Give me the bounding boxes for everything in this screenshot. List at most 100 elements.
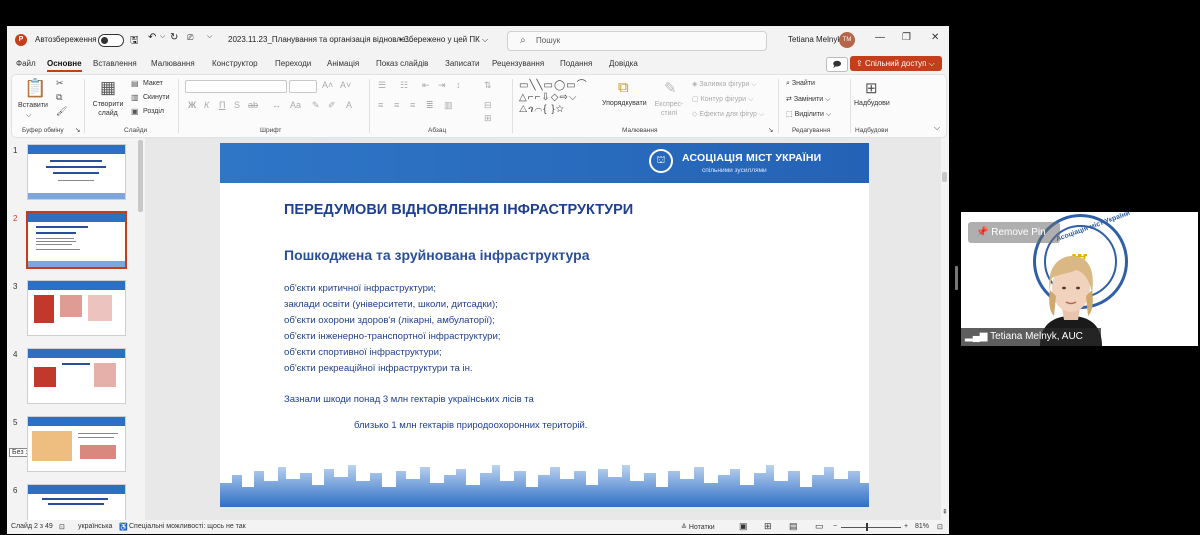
align-left-icon[interactable]: ≡ [378,100,383,110]
numbering-icon[interactable]: ☷ [400,80,408,91]
paste-label[interactable]: Вставити [18,102,48,109]
tab-design[interactable]: Конструктор [212,59,258,68]
current-slide[interactable]: ⛫ АСОЦІАЦІЯ МІСТ УКРАЇНИ спільними зусил… [220,143,869,507]
tab-view[interactable]: Подання [560,59,592,68]
undo-icon[interactable]: ↶ [148,32,156,43]
close-icon[interactable]: ✕ [931,32,939,43]
comments-icon[interactable]: 🗩 [826,57,848,72]
thumbnail-image[interactable] [27,280,126,336]
smartart-icon[interactable]: ⊞ [484,113,492,124]
font-name-combo[interactable] [185,80,287,93]
arrange-icon[interactable]: ⧉ [618,79,629,96]
underline-button[interactable]: П [219,100,225,110]
panel-resize-handle[interactable] [955,266,958,290]
zoom-in-icon[interactable]: + [904,523,908,530]
thumbnail-3[interactable]: 3 [7,280,137,337]
slide-title[interactable]: ПЕРЕДУМОВИ ВІДНОВЛЕННЯ ІНФРАСТРУКТУРИ [284,202,633,218]
text-direction-icon[interactable]: ⇅ [484,80,492,91]
tab-file[interactable]: Файл [16,59,36,68]
tab-insert[interactable]: Вставлення [93,59,137,68]
strikethrough-button[interactable]: ab [248,100,258,110]
replace-button[interactable]: ⇄ Замінити ⌵ [786,95,830,104]
zoom-level[interactable]: 81% [915,523,929,530]
thumbnail-image[interactable] [27,348,126,404]
zoom-out-icon[interactable]: − [833,523,837,530]
customize-toolbar-icon[interactable]: ⌵ [207,33,212,41]
slideshow-icon[interactable]: ▭ [815,521,824,532]
increase-indent-icon[interactable]: ⇥ [438,80,446,91]
drawing-launcher-icon[interactable]: ↘ [768,126,773,134]
collapse-ribbon-icon[interactable]: ⌵ [934,123,940,133]
redo-icon[interactable]: ↻ [170,32,178,43]
accessibility-status[interactable]: Спеціальні можливості: щось не так [129,523,246,530]
decrease-indent-icon[interactable]: ⇤ [422,80,430,91]
search-input[interactable]: Пошук [536,36,560,45]
share-button[interactable]: ⇪ Спільний доступ ⌵ [850,56,942,71]
font-color-icon[interactable]: A [346,100,352,110]
zoom-slider[interactable] [841,527,901,528]
justify-icon[interactable]: ≣ [426,100,434,111]
thumbnail-5[interactable]: 5 [7,416,137,473]
zoom-slider-thumb[interactable] [866,523,868,531]
normal-view-icon[interactable]: ▣ [739,521,748,532]
reset-label[interactable]: Скинути [143,94,170,101]
search-box[interactable]: ⌕ Пошук [507,31,767,51]
slide-sorter-icon[interactable]: ⊞ [764,521,772,532]
layout-label[interactable]: Макет [143,80,163,87]
accessibility-icon[interactable]: ♿ [119,523,128,531]
clipboard-launcher-icon[interactable]: ↘ [75,126,80,134]
user-name[interactable]: Tetiana Melnyk [788,35,841,44]
thumbnail-image[interactable] [26,211,127,269]
canvas-scrollbar[interactable] [942,172,947,182]
restore-icon[interactable]: ❐ [902,32,911,43]
align-right-icon[interactable]: ≡ [410,100,415,110]
line-spacing-icon[interactable]: ↕ [456,80,461,90]
video-tile[interactable]: Асоціація міст України ♜ 📌 Remove Pin ▂▄… [961,212,1198,346]
shape-outline-button[interactable]: ▢ Контур фігури ⌵ [692,95,753,104]
bullet-item[interactable]: об'єкти охорони здоров'я (лікарні, амбул… [284,315,495,326]
tab-transitions[interactable]: Переходи [275,59,311,68]
section-label[interactable]: Розділ [143,108,164,115]
prev-slide-icon[interactable]: ⇞ [942,508,948,516]
tab-record[interactable]: Записати [445,59,480,68]
decrease-font-icon[interactable]: A˅ [340,80,351,90]
new-slide-icon[interactable]: ▦ [100,78,116,98]
addins-label[interactable]: Надбудови [854,100,890,107]
columns-icon[interactable]: ▥ [444,100,453,111]
bullet-item[interactable]: об'єкти інженерно-транспортної інфрастру… [284,331,501,342]
tab-slideshow[interactable]: Показ слайдів [376,59,428,68]
undo-dropdown-icon[interactable]: ⌵ [160,33,165,41]
char-spacing-icon[interactable]: ↔ [272,100,281,110]
new-slide-label[interactable]: Створити слайд [90,100,126,118]
reading-view-icon[interactable]: ▤ [789,521,798,532]
thumbnail-1[interactable]: 1 [7,144,137,201]
spellcheck-icon[interactable]: ⊡ [59,523,65,531]
quick-styles-label[interactable]: Експрес-стилі [654,100,684,118]
addins-icon[interactable]: ⊞ [865,79,878,97]
thumbnail-4[interactable]: 4 [7,348,137,405]
minimize-icon[interactable]: — [875,32,885,43]
tab-help[interactable]: Довідка [609,59,638,68]
bullets-icon[interactable]: ☰ [378,80,386,91]
thumbnail-image[interactable] [27,416,126,472]
notes-button[interactable]: ≙ Нотатки [681,523,715,531]
shape-fill-button[interactable]: ◈ Заливка фігури ⌵ [692,80,757,89]
find-button[interactable]: ⌕ Знайти [786,80,815,88]
slide-subtitle[interactable]: Пошкоджена та зруйнована інфраструктура [284,247,590,263]
layout-icon[interactable]: ▤ [131,79,139,88]
tab-home[interactable]: Основне [47,59,82,72]
select-button[interactable]: ⬚ Виділити ⌵ [786,110,831,119]
tab-review[interactable]: Рецензування [492,59,544,68]
bullet-item[interactable]: об'єкти спортивної інфраструктури; [284,347,442,358]
avatar[interactable]: TM [839,32,855,48]
align-center-icon[interactable]: ≡ [394,100,399,110]
fit-slide-icon[interactable]: ⊡ [937,523,943,531]
damage-note-line2[interactable]: близько 1 млн гектарів природоохоронних … [354,420,587,431]
tab-animations[interactable]: Анімація [327,59,359,68]
save-status[interactable]: • Збережено у цей ПК ⌵ [399,35,488,45]
tab-draw[interactable]: Малювання [151,59,195,68]
arrange-label[interactable]: Упорядкувати [602,100,647,107]
change-case-icon[interactable]: Aa [290,100,301,110]
shape-effects-button[interactable]: ◇ Ефекти для фігур ⌵ [692,110,764,119]
paste-icon[interactable]: 📋 [24,78,46,99]
